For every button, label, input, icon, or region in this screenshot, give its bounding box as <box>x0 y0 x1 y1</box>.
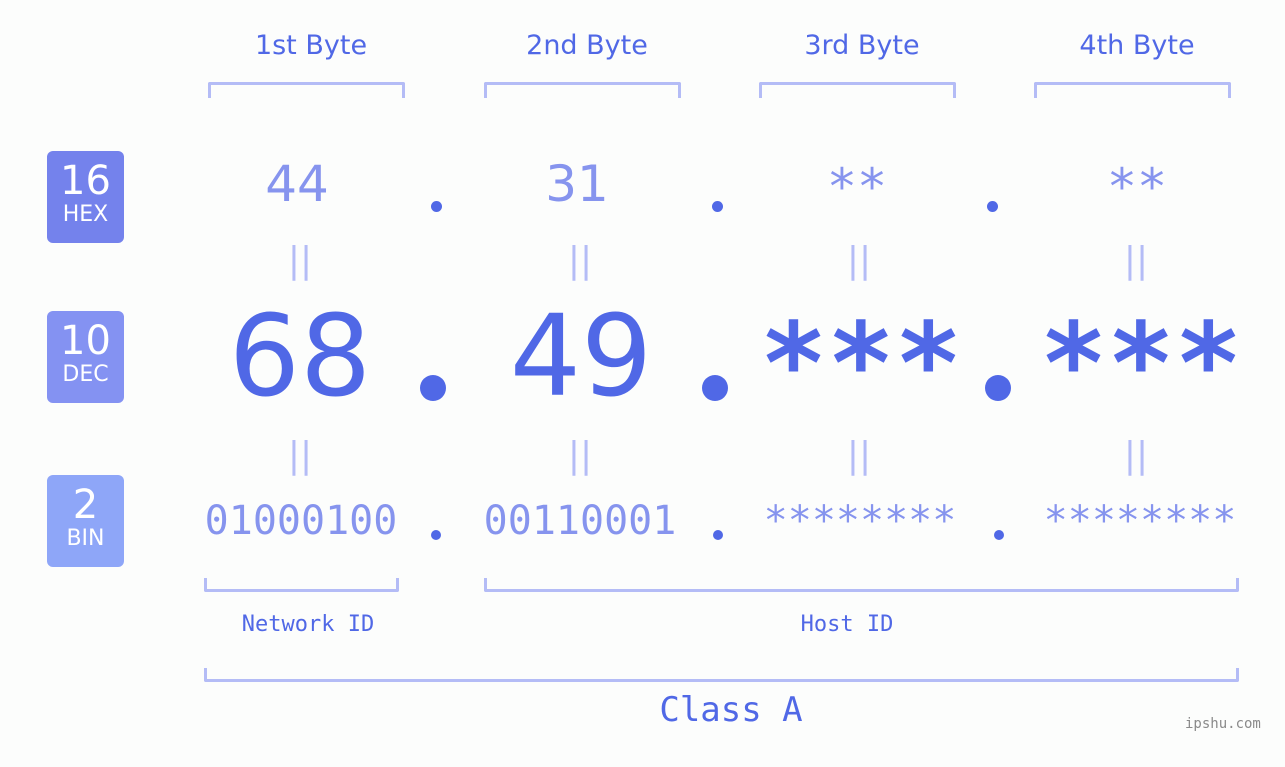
dec-byte-1: 68 <box>228 292 372 422</box>
bin-byte-2: 00110001 <box>483 498 677 544</box>
hex-byte-2: 31 <box>545 155 609 213</box>
dec-byte-3: *** <box>759 300 963 430</box>
dec-badge: 10 DEC <box>47 311 124 403</box>
bin-separator-dot-3 <box>994 530 1004 540</box>
equals-sign-hex-dec-2: || <box>567 240 593 281</box>
hex-separator-dot-3 <box>987 201 998 212</box>
byte-header-3: 3rd Byte <box>804 30 920 61</box>
bin-base-number: 2 <box>72 482 99 528</box>
bin-base-label: BIN <box>66 526 105 551</box>
equals-sign-dec-bin-2: || <box>567 435 593 476</box>
watermark: ipshu.com <box>1185 716 1261 732</box>
bin-byte-4: ******** <box>1043 498 1237 544</box>
byte-bracket-4 <box>1034 82 1231 98</box>
equals-sign-dec-bin-1: || <box>287 435 313 476</box>
dec-byte-2: 49 <box>509 292 653 422</box>
bin-separator-dot-2 <box>713 530 723 540</box>
dec-separator-dot-3 <box>985 375 1011 401</box>
network-id-label: Network ID <box>241 612 375 637</box>
byte-bracket-1 <box>208 82 405 98</box>
byte-header-2: 2nd Byte <box>526 30 648 61</box>
equals-sign-hex-dec-1: || <box>287 240 313 281</box>
equals-sign-dec-bin-3: || <box>846 435 872 476</box>
equals-sign-dec-bin-4: || <box>1123 435 1149 476</box>
host-id-label: Host ID <box>800 612 894 637</box>
class-label: Class A <box>659 690 803 730</box>
bin-byte-3: ******** <box>763 498 957 544</box>
bin-byte-1: 01000100 <box>204 498 398 544</box>
byte-bracket-3 <box>759 82 956 98</box>
hex-byte-3: ** <box>826 158 888 216</box>
hex-byte-4: ** <box>1106 158 1168 216</box>
dec-separator-dot-2 <box>702 375 728 401</box>
network-id-bracket <box>204 578 399 592</box>
dec-byte-4: *** <box>1039 300 1243 430</box>
hex-separator-dot-2 <box>712 201 723 212</box>
hex-byte-1: 44 <box>265 155 329 213</box>
bin-badge: 2 BIN <box>47 475 124 567</box>
equals-sign-hex-dec-3: || <box>846 240 872 281</box>
byte-header-4: 4th Byte <box>1079 30 1195 61</box>
byte-header-1: 1st Byte <box>254 30 368 61</box>
hex-base-number: 16 <box>60 158 111 204</box>
dec-base-number: 10 <box>60 318 111 364</box>
bin-separator-dot-1 <box>431 530 441 540</box>
hex-badge: 16 HEX <box>47 151 124 243</box>
hex-separator-dot-1 <box>431 201 442 212</box>
dec-base-label: DEC <box>62 362 109 387</box>
equals-sign-hex-dec-4: || <box>1123 240 1149 281</box>
class-bracket <box>204 668 1239 682</box>
hex-base-label: HEX <box>62 202 109 227</box>
host-id-bracket <box>484 578 1239 592</box>
byte-bracket-2 <box>484 82 681 98</box>
dec-separator-dot-1 <box>420 375 446 401</box>
